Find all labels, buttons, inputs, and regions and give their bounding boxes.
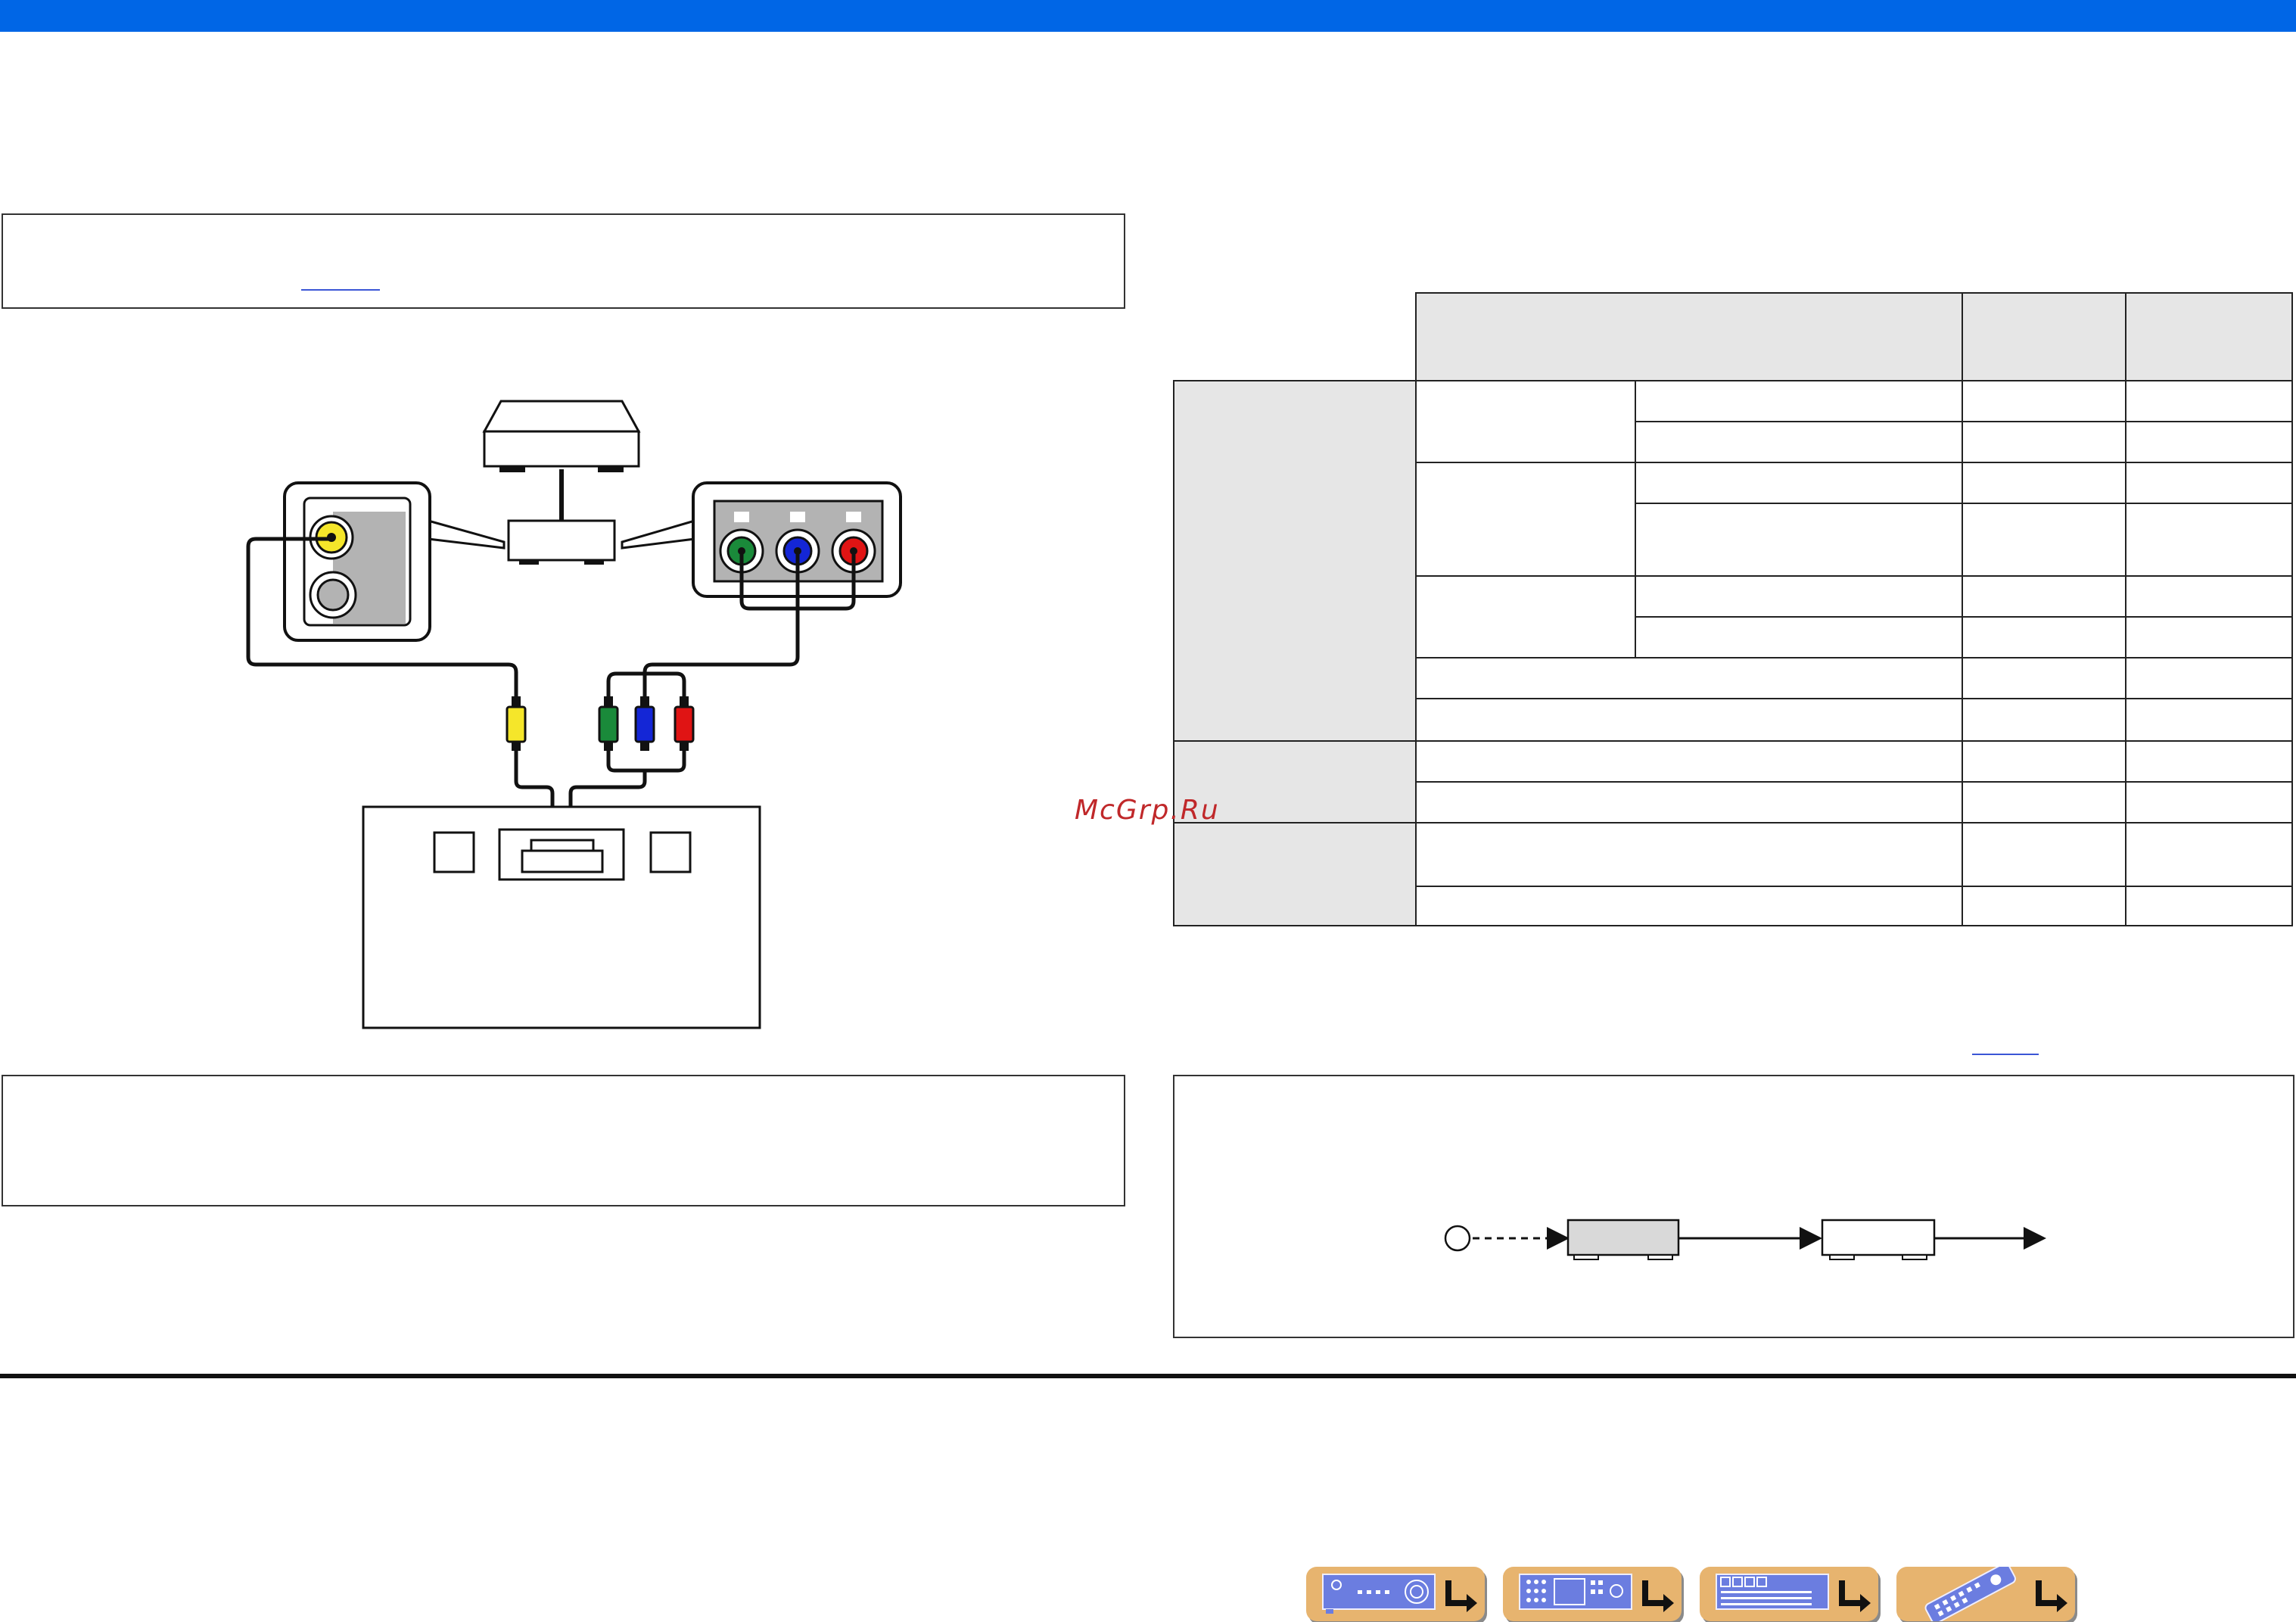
footer-rule <box>0 1374 2296 1378</box>
watermark: McGrp.Ru <box>1075 795 1220 826</box>
nav-button-remote[interactable] <box>1896 1567 2075 1621</box>
remote-control-icon <box>1924 1567 2067 1621</box>
return-arrow-icon <box>2036 1580 2067 1612</box>
component-callout <box>621 481 902 598</box>
table-header-cell <box>2125 292 2293 381</box>
return-arrow-icon <box>1445 1580 1477 1612</box>
blue-plug <box>634 696 655 751</box>
page-link-right[interactable] <box>1972 1054 2039 1055</box>
note-box-bottom-left <box>2 1075 1125 1206</box>
tv-monitor-icon <box>362 805 761 1029</box>
display-panel-icon <box>1716 1574 1871 1612</box>
table-subgroup <box>1415 380 1636 463</box>
receiver-rear-icon <box>1519 1574 1674 1612</box>
video-device-icon <box>482 400 641 472</box>
table-group-label <box>1173 822 1417 926</box>
spec-table <box>1173 292 2293 926</box>
device-rear-panel <box>507 519 616 562</box>
return-arrow-icon <box>1839 1580 1871 1612</box>
nav-button-front-panel[interactable] <box>1306 1567 1485 1621</box>
nav-button-rear-panel[interactable] <box>1503 1567 1682 1621</box>
nav-button-display[interactable] <box>1700 1567 1878 1621</box>
table-group-label <box>1173 380 1417 742</box>
table-subgroup <box>1415 462 1636 577</box>
green-plug <box>598 696 619 751</box>
table-header-cell <box>1415 292 1963 381</box>
table-subgroup <box>1415 575 1636 658</box>
note-box-right <box>1173 1075 2294 1338</box>
table-header-cell <box>1962 292 2126 381</box>
return-arrow-icon <box>1642 1580 1674 1612</box>
red-plug <box>674 696 695 751</box>
receiver-front-icon <box>1322 1574 1477 1614</box>
yellow-plug <box>506 696 527 751</box>
connection-diagram <box>246 400 902 1029</box>
composite-callout <box>283 481 506 642</box>
